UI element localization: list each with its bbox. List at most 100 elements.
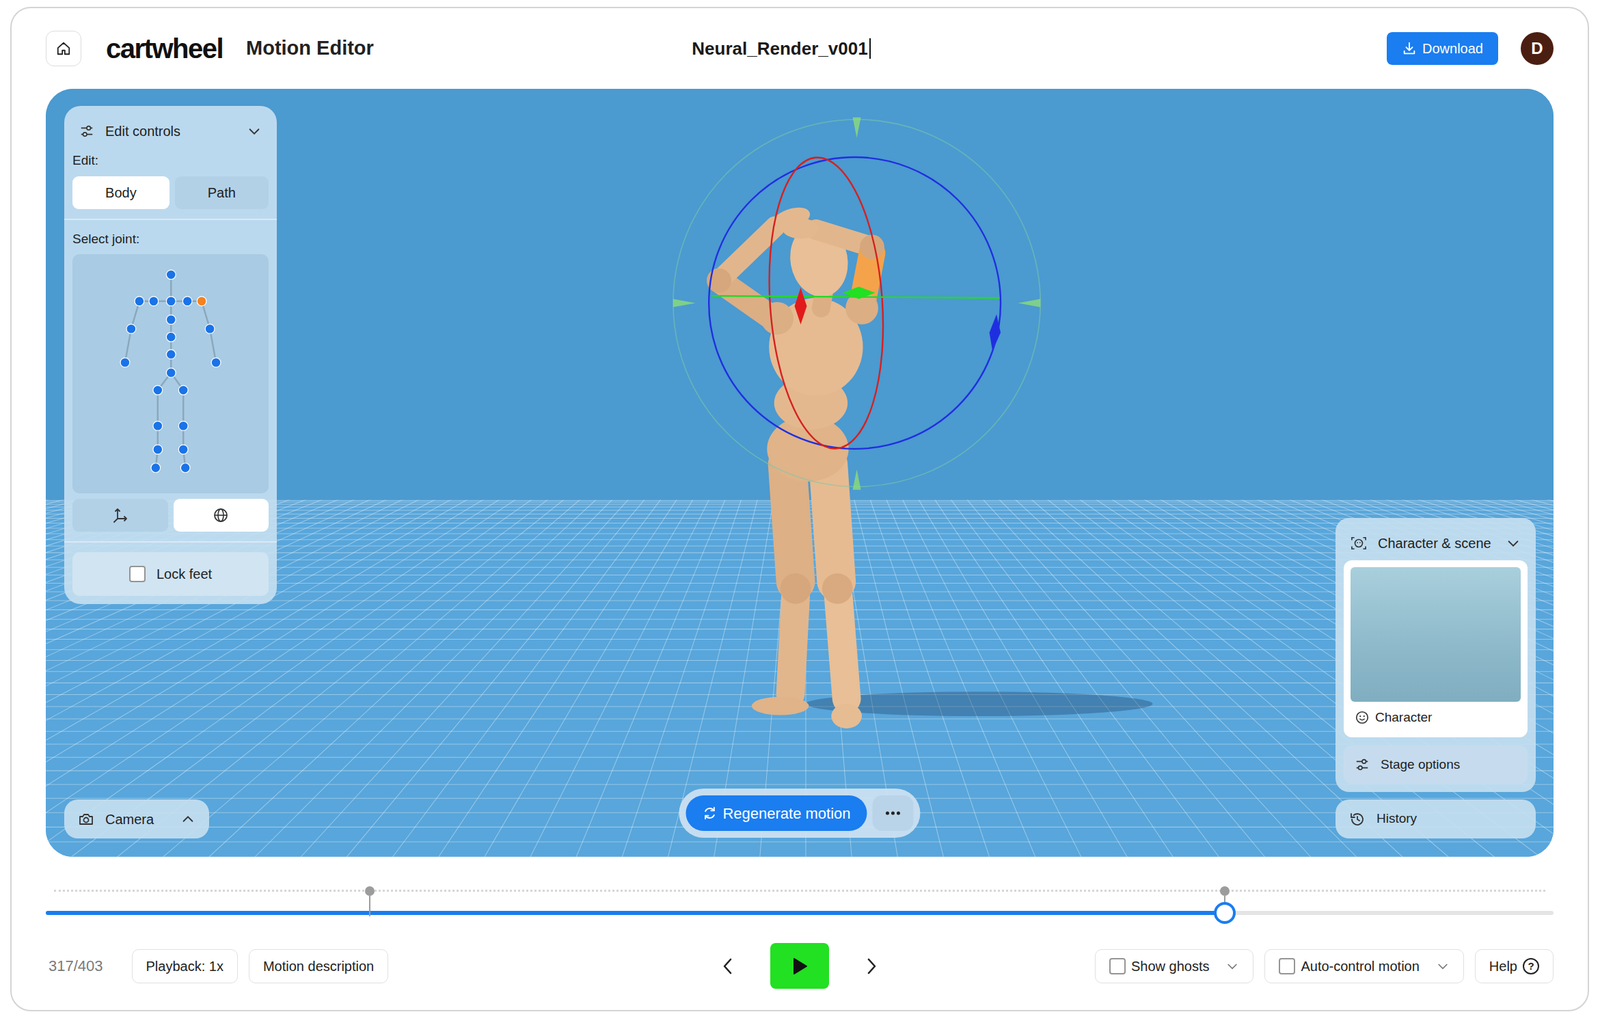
character-card[interactable]: Character: [1343, 560, 1528, 738]
download-button[interactable]: Download: [1386, 32, 1499, 65]
rotate-sphere-icon: [212, 507, 229, 524]
chevron-icon[interactable]: [180, 811, 196, 827]
edit-controls-title: Edit controls: [105, 120, 236, 142]
auto-control-toggle[interactable]: Auto-control motion: [1264, 949, 1464, 984]
joint-node[interactable]: [166, 368, 176, 378]
skeleton-bone: [125, 328, 132, 363]
playback-speed-button[interactable]: Playback: 1x: [131, 949, 238, 984]
skeleton-bone: [157, 390, 159, 426]
download-icon: [1401, 41, 1417, 57]
ellipsis-icon: [885, 810, 902, 817]
gizmo-tool-toggle: [72, 498, 269, 532]
timeline-progress: [45, 911, 1225, 916]
file-name-text[interactable]: Neural_Render_v001: [691, 38, 868, 59]
smiley-icon: [1354, 710, 1370, 726]
move-axes-icon: [112, 507, 129, 524]
lock-feet-toggle[interactable]: Lock feet: [72, 552, 269, 596]
joint-node[interactable]: [166, 349, 176, 360]
joint-picker: [72, 254, 269, 494]
joint-node[interactable]: [211, 358, 221, 368]
regenerate-bar: Regenerate motion: [678, 788, 920, 838]
timeline[interactable]: [45, 881, 1554, 923]
auto-control-checkbox[interactable]: [1278, 958, 1296, 975]
joint-node[interactable]: [166, 332, 176, 342]
next-frame-button[interactable]: [856, 949, 887, 984]
chevron-icon[interactable]: [246, 123, 262, 139]
camera-label: Camera: [105, 809, 170, 830]
previous-frame-button[interactable]: [712, 949, 743, 984]
history-button[interactable]: History: [1335, 799, 1536, 839]
joint-node[interactable]: [180, 463, 191, 473]
camera-icon: [77, 811, 95, 828]
user-avatar[interactable]: D: [1520, 32, 1554, 65]
playhead-handle[interactable]: [1213, 902, 1236, 925]
home-icon: [56, 41, 72, 57]
keyframe-marker[interactable]: [364, 886, 375, 917]
stage-options-label: Stage options: [1380, 755, 1460, 776]
joint-node[interactable]: [153, 385, 163, 396]
history-label: History: [1376, 809, 1417, 830]
top-bar: cartwheel Motion Editor Neural_Render_v0…: [45, 8, 1554, 89]
frame-counter: 317/403: [48, 954, 104, 978]
edit-controls-panel: Edit controls Edit: BodyPath Select join…: [64, 105, 277, 605]
joint-node[interactable]: [166, 296, 176, 307]
rotate-tool-button[interactable]: [173, 498, 270, 532]
joint-node[interactable]: [153, 444, 163, 455]
refresh-icon: [701, 805, 717, 821]
app-name: Motion Editor: [246, 37, 374, 60]
joint-node[interactable]: [166, 269, 176, 280]
viewport[interactable]: Edit controls Edit: BodyPath Select join…: [45, 88, 1554, 858]
character-scene-header[interactable]: Character & scene: [1343, 526, 1528, 561]
regenerate-button[interactable]: Regenerate motion: [685, 795, 867, 832]
joint-node[interactable]: [205, 323, 215, 334]
joint-node[interactable]: [178, 444, 188, 455]
chevron-down-icon[interactable]: [1435, 959, 1450, 974]
sliders-icon: [79, 123, 95, 139]
show-ghosts-toggle[interactable]: Show ghosts: [1094, 949, 1255, 984]
skeleton-bone: [182, 390, 184, 426]
motion-description-button[interactable]: Motion description: [248, 949, 389, 984]
brand-logo[interactable]: cartwheel: [105, 33, 223, 64]
character-scene-panel: Character & scene Character Stage option…: [1335, 518, 1536, 793]
joint-node[interactable]: [153, 421, 163, 431]
file-name[interactable]: Neural_Render_v001: [373, 35, 1387, 63]
chevron-down-icon[interactable]: [1225, 959, 1240, 974]
character-thumbnail: [1350, 567, 1521, 702]
joint-node[interactable]: [178, 385, 188, 396]
more-options-button[interactable]: [872, 795, 914, 832]
lock-feet-checkbox[interactable]: [129, 565, 146, 583]
keyframe-line: [369, 896, 371, 917]
joint-node[interactable]: [196, 296, 207, 307]
mannequin-figure[interactable]: [706, 202, 885, 729]
edit-mode-button[interactable]: Body: [72, 176, 170, 210]
text-caret: [869, 38, 871, 59]
joint-node[interactable]: [134, 296, 145, 307]
timeline-track[interactable]: [45, 911, 1554, 916]
stage-options-button[interactable]: Stage options: [1343, 745, 1528, 784]
rotation-gizmo[interactable]: [673, 117, 1041, 491]
joint-node[interactable]: [120, 358, 130, 368]
skeleton-diagram: [72, 254, 269, 494]
play-button[interactable]: [770, 943, 830, 989]
joint-node[interactable]: [148, 296, 159, 307]
joint-node[interactable]: [178, 421, 188, 431]
joint-node[interactable]: [126, 323, 137, 334]
help-button[interactable]: Help ?: [1474, 949, 1554, 984]
regenerate-label: Regenerate motion: [722, 802, 851, 825]
keyframe-dot[interactable]: [1219, 886, 1230, 897]
translate-tool-button[interactable]: [72, 498, 169, 532]
chevron-left-icon: [720, 957, 736, 976]
character-scene-title: Character & scene: [1377, 533, 1495, 554]
joint-node[interactable]: [166, 315, 176, 325]
edit-mode-button[interactable]: Path: [174, 176, 269, 210]
joint-node[interactable]: [151, 463, 161, 473]
show-ghosts-checkbox[interactable]: [1109, 958, 1126, 975]
home-button[interactable]: [45, 30, 82, 67]
download-label: Download: [1422, 38, 1484, 59]
joint-node[interactable]: [182, 296, 193, 307]
camera-button[interactable]: Camera: [64, 799, 210, 839]
keyframe-dot[interactable]: [364, 886, 375, 897]
edit-controls-header[interactable]: Edit controls: [72, 114, 269, 149]
character-scene-icon: [1350, 535, 1367, 551]
chevron-icon[interactable]: [1505, 535, 1521, 551]
